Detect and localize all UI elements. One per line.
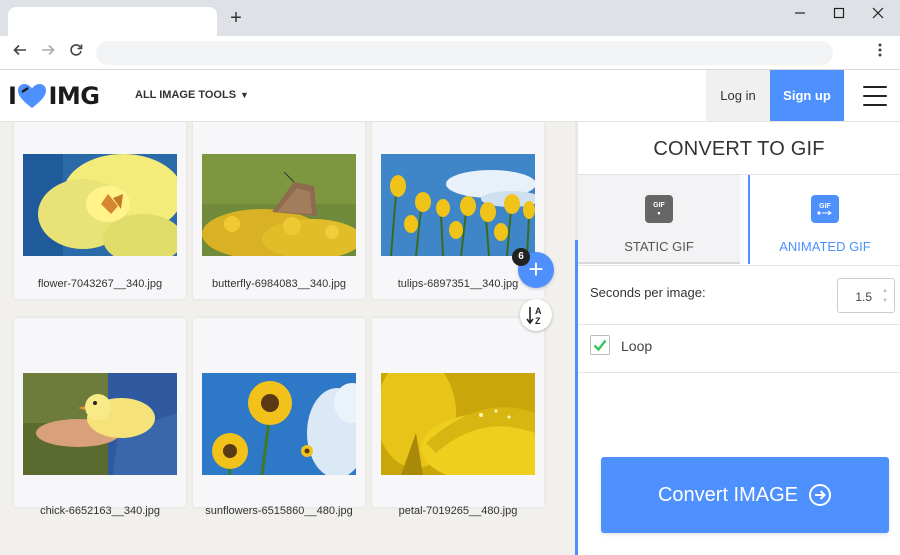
petal-thumbnail: [381, 373, 535, 475]
reload-icon[interactable]: [66, 43, 86, 63]
all-tools-menu[interactable]: ALL IMAGE TOOLS ▼: [135, 89, 249, 101]
static-gif-option[interactable]: GIF • STATIC GIF: [578, 175, 740, 264]
static-gif-icon: GIF •: [645, 195, 673, 223]
browser-tab[interactable]: [8, 7, 217, 36]
chick-thumbnail: [23, 373, 177, 475]
file-name: flower-7043267__340.jpg: [37, 278, 163, 290]
address-bar[interactable]: [96, 41, 833, 65]
all-tools-label: ALL IMAGE TOOLS: [135, 89, 237, 101]
new-tab-button[interactable]: +: [226, 8, 246, 29]
file-card[interactable]: flower-7043267__340.jpg: [14, 122, 186, 299]
yellow-flower-thumbnail: [23, 154, 177, 256]
options-sidebar: CONVERT TO GIF GIF • STATIC GIF GIF ANIM…: [575, 122, 900, 555]
browser-toolbar: [0, 36, 900, 70]
loop-label[interactable]: Loop: [621, 338, 652, 354]
file-name: butterfly-6984083__340.jpg: [212, 278, 346, 290]
tulips-thumbnail: [381, 154, 535, 256]
convert-button-label: Convert IMAGE: [657, 483, 799, 506]
loop-checkbox[interactable]: [590, 335, 610, 355]
logo-text-right: IMG: [48, 82, 100, 110]
close-icon[interactable]: [864, 4, 892, 24]
file-name: tulips-6897351__340.jpg: [397, 278, 519, 290]
login-button[interactable]: Log in: [706, 70, 770, 121]
maximize-icon[interactable]: [825, 4, 853, 24]
back-arrow-icon[interactable]: [10, 43, 30, 63]
divider: [578, 372, 900, 373]
file-card[interactable]: petal-7019265__480.jpg: [372, 318, 544, 517]
divider: [578, 265, 900, 266]
file-count-badge: 6: [512, 248, 530, 266]
file-card[interactable]: butterfly-6984083__340.jpg: [193, 122, 365, 299]
file-card[interactable]: sunflowers-6515860__480.jpg: [193, 318, 365, 517]
minimize-icon[interactable]: [786, 4, 814, 24]
heart-icon: [18, 84, 47, 108]
svg-text:A: A: [535, 306, 542, 316]
seconds-per-image-input[interactable]: 1.5 ▲ ▼: [837, 278, 895, 313]
site-logo[interactable]: I IMG: [8, 82, 100, 110]
arrow-right-circle-icon: [809, 484, 832, 506]
svg-text:Z: Z: [535, 316, 541, 326]
signup-button[interactable]: Sign up: [770, 70, 844, 121]
animated-gif-icon-text: GIF: [819, 202, 831, 210]
logo-text-left: I: [8, 82, 17, 110]
file-name: chick-6652163__340.jpg: [40, 505, 160, 517]
hamburger-menu-icon[interactable]: [863, 86, 887, 106]
sort-az-icon: A Z: [526, 306, 542, 326]
animated-gif-icon: GIF: [811, 195, 839, 223]
sunflowers-thumbnail: [202, 373, 356, 475]
butterfly-thumbnail: [202, 154, 356, 256]
browser-menu-icon[interactable]: [870, 43, 890, 63]
sort-button[interactable]: A Z: [520, 299, 552, 331]
site-header: I IMG ALL IMAGE TOOLS ▼ Log in Sign up: [0, 70, 900, 122]
spinner-arrows-icon[interactable]: ▲ ▼: [882, 286, 888, 306]
checkmark-icon: [593, 339, 607, 352]
static-gif-label: STATIC GIF: [624, 239, 694, 254]
file-card[interactable]: chick-6652163__340.jpg: [14, 318, 186, 517]
file-name: sunflowers-6515860__480.jpg: [205, 505, 353, 517]
divider: [578, 324, 900, 325]
seconds-per-image-label: Seconds per image:: [590, 285, 706, 300]
forward-arrow-icon[interactable]: [38, 43, 58, 63]
file-workspace: flower-7043267__340.jpg butterfly-698408…: [0, 122, 575, 555]
animated-gif-option[interactable]: GIF ANIMATED GIF: [748, 175, 900, 264]
file-name: petal-7019265__480.jpg: [398, 505, 518, 517]
seconds-per-image-value: 1.5: [855, 290, 872, 304]
caret-down-icon: ▼: [240, 90, 249, 100]
animated-gif-label: ANIMATED GIF: [779, 239, 871, 254]
browser-titlebar: +: [0, 0, 900, 36]
convert-button[interactable]: Convert IMAGE: [601, 457, 889, 533]
sidebar-title: CONVERT TO GIF: [653, 138, 825, 160]
